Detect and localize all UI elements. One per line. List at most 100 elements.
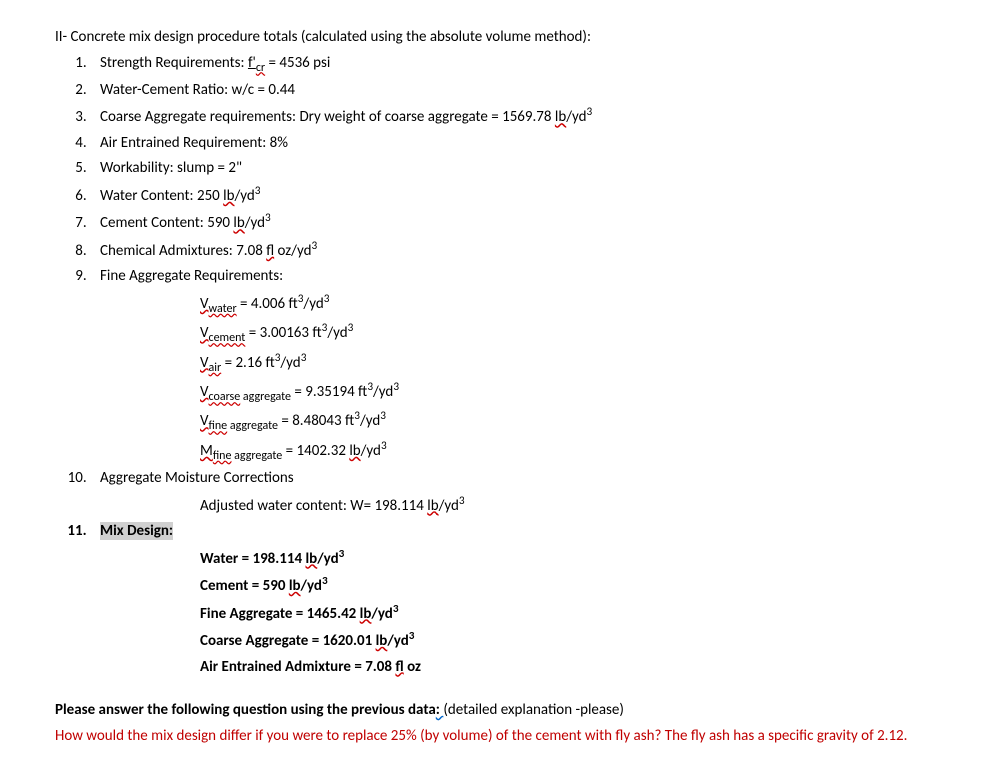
sup: 3 xyxy=(311,239,317,253)
item-moisture: Aggregate Moisture Corrections Adjusted … xyxy=(90,466,950,519)
t: aggregate xyxy=(227,419,278,433)
text: Coarse Aggregate requirements: Dry weigh… xyxy=(100,108,555,126)
t: M xyxy=(200,442,213,460)
t: fine xyxy=(213,449,232,463)
t: = 8.48043 ft xyxy=(278,412,354,430)
t: Cement = 590 xyxy=(200,577,289,595)
s: 3 xyxy=(348,321,354,335)
t: V xyxy=(200,324,209,342)
item-water-content: Water Content: 250 lb/yd3 xyxy=(90,182,950,210)
question-block: Please answer the following question usi… xyxy=(55,698,950,724)
t: /yd xyxy=(373,383,393,401)
s: 3 xyxy=(393,380,399,394)
m-fine: Mfine aggregate = 1402.32 lb/yd3 xyxy=(200,437,950,466)
mix-coarse: Coarse Aggregate = 1620.01 lb/yd3 xyxy=(200,627,950,655)
v-air: Vair = 2.16 ft3/yd3 xyxy=(200,349,950,378)
s: 3 xyxy=(380,409,386,423)
text: lb xyxy=(223,187,234,205)
t: Adjusted water content: W= 198.114 xyxy=(200,497,427,515)
item-fine-agg: Fine Aggregate Requirements: Vwater = 4.… xyxy=(90,264,950,466)
text: Fine Aggregate Requirements: xyxy=(100,267,283,285)
text: lb xyxy=(233,214,244,232)
t: air xyxy=(209,361,222,375)
v-cement: Vcement = 3.00163 ft3/yd3 xyxy=(200,319,950,348)
t: = 3.00163 ft xyxy=(245,324,321,342)
t: fl xyxy=(395,658,403,676)
text: f' xyxy=(248,54,256,72)
s: 3 xyxy=(459,494,465,508)
t: lb xyxy=(349,442,360,460)
t: Coarse Aggregate = 1620.01 xyxy=(200,632,376,650)
fine-agg-sub: Vwater = 4.006 ft3/yd3 Vcement = 3.00163… xyxy=(200,290,950,466)
t: lb xyxy=(305,550,317,568)
text: Chemical Admixtures: 7.08 xyxy=(100,242,266,260)
q-note: (detailed explanation -please) xyxy=(443,701,624,719)
item-workability: Workability: slump = 2" xyxy=(90,156,950,182)
t: /yd xyxy=(371,605,392,623)
t: /yd xyxy=(301,577,322,595)
t: = 4.006 ft xyxy=(237,295,298,313)
t: lb xyxy=(360,605,372,623)
v-fine: Vfine aggregate = 8.48043 ft3/yd3 xyxy=(200,407,950,436)
item-wc-ratio: Water-Cement Ratio: w/c = 0.44 xyxy=(90,78,950,104)
mix-water: Water = 198.114 lb/yd3 xyxy=(200,545,950,573)
s: 3 xyxy=(409,629,415,643)
sup: 3 xyxy=(255,184,261,198)
t: /yd xyxy=(361,442,381,460)
t: V xyxy=(200,383,209,401)
s: 3 xyxy=(324,292,330,306)
mix-cement: Cement = 590 lb/yd3 xyxy=(200,572,950,600)
text: oz/yd xyxy=(274,242,311,260)
mix-air: Air Entrained Admixture = 7.08 fl oz xyxy=(200,655,950,681)
t: oz xyxy=(404,658,421,676)
t: /yd xyxy=(303,295,323,313)
item-admixtures: Chemical Admixtures: 7.08 fl oz/yd3 xyxy=(90,237,950,265)
text: Aggregate Moisture Corrections xyxy=(100,469,294,487)
text: /yd xyxy=(566,108,586,126)
t: = 9.35194 ft xyxy=(291,383,367,401)
section-heading: II- Concrete mix design procedure totals… xyxy=(55,25,950,51)
text: Cement Content: 590 xyxy=(100,214,233,232)
s: 3 xyxy=(339,547,345,561)
t: Air Entrained Admixture = 7.08 xyxy=(200,658,395,676)
v-coarse: Vcoarse aggregate = 9.35194 ft3/yd3 xyxy=(200,378,950,407)
text: /yd xyxy=(235,187,255,205)
text: cr xyxy=(256,61,265,75)
moisture-sub: Adjusted water content: W= 198.114 lb/yd… xyxy=(200,492,950,520)
item-air: Air Entrained Requirement: 8% xyxy=(90,131,950,157)
t: lb xyxy=(376,632,388,650)
t: /yd xyxy=(327,324,347,342)
item-coarse-agg: Coarse Aggregate requirements: Dry weigh… xyxy=(90,103,950,131)
t: coarse xyxy=(209,390,241,404)
text: fl xyxy=(266,242,274,260)
t: V xyxy=(200,412,209,430)
t: aggregate xyxy=(240,390,291,404)
s: 3 xyxy=(393,602,399,616)
t: fine xyxy=(209,419,228,433)
text: Water Content: 250 xyxy=(100,187,223,205)
s: 3 xyxy=(381,439,387,453)
t: V xyxy=(200,295,209,313)
t: cement xyxy=(209,331,246,345)
text: = 4536 psi xyxy=(265,54,330,72)
adjusted-water: Adjusted water content: W= 198.114 lb/yd… xyxy=(200,492,950,520)
text: Mix Design: xyxy=(100,522,173,540)
t: Water = 198.114 xyxy=(200,550,305,568)
t: /yd xyxy=(280,354,300,372)
t: = 2.16 ft xyxy=(221,354,274,372)
t: water xyxy=(209,302,237,316)
item-strength: Strength Requirements: f'cr = 4536 psi xyxy=(90,51,950,78)
t: /yd xyxy=(439,497,459,515)
text: /yd xyxy=(245,214,265,232)
item-mix-design: Mix Design: Water = 198.114 lb/yd3 Cemen… xyxy=(90,519,950,680)
procedure-list: Strength Requirements: f'cr = 4536 psi W… xyxy=(90,51,950,681)
t: lb xyxy=(427,497,438,515)
mix-sub: Water = 198.114 lb/yd3 Cement = 590 lb/y… xyxy=(200,545,950,681)
sup: 3 xyxy=(587,105,593,119)
s: 3 xyxy=(322,574,328,588)
t: V xyxy=(200,354,209,372)
mix-fine: Fine Aggregate = 1465.42 lb/yd3 xyxy=(200,600,950,628)
s: 3 xyxy=(301,351,307,365)
t: /yd xyxy=(317,550,338,568)
t: = 1402.32 xyxy=(282,442,349,460)
